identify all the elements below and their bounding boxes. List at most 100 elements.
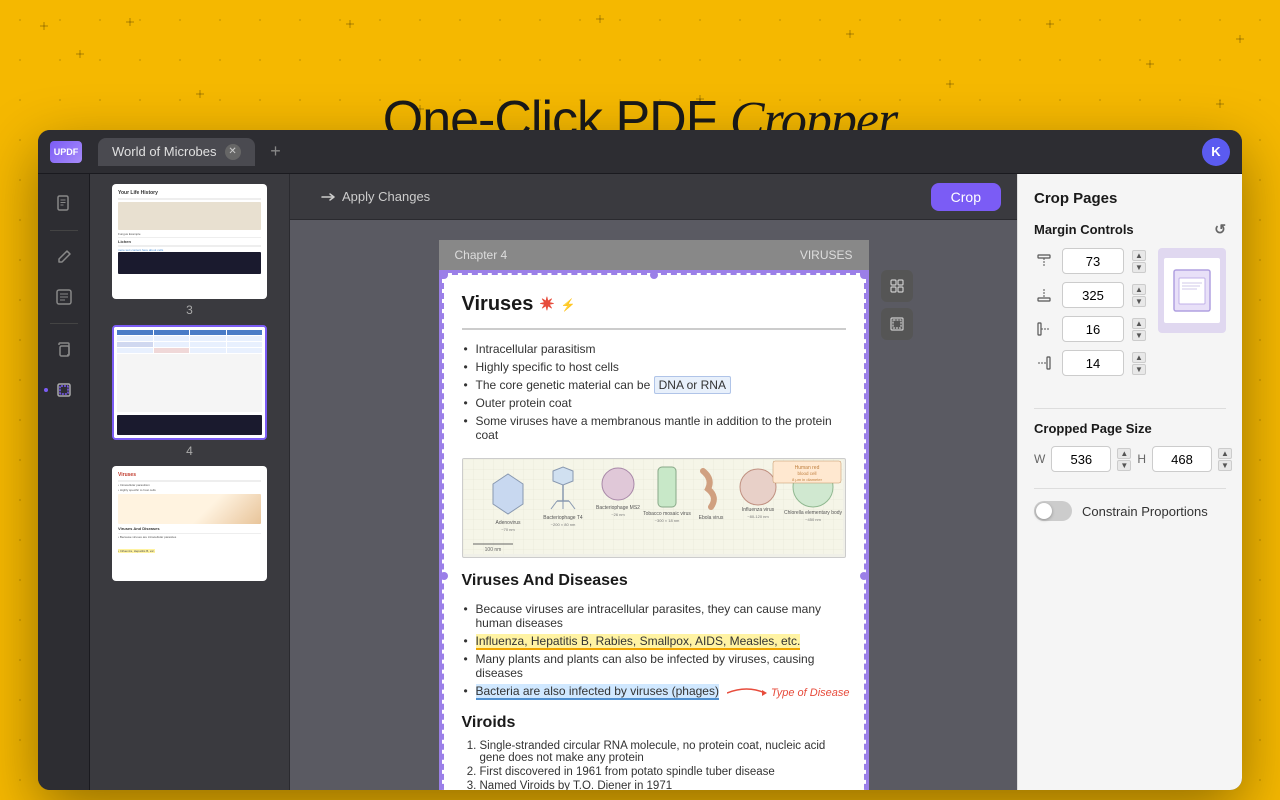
margin-left-down[interactable]: ▼ [1132,330,1146,341]
svg-text:blood cell: blood cell [797,471,816,476]
margin-top-spinner: ▲ ▼ [1132,250,1146,273]
crop-handle-rc[interactable] [860,572,868,580]
margin-left-row: ▲ ▼ [1034,316,1146,342]
sidebar-icon-note[interactable] [46,279,82,315]
svg-text:~26 nm: ~26 nm [611,512,625,517]
constrain-label: Constrain Proportions [1082,504,1208,519]
new-tab-button[interactable]: + [263,139,289,165]
document-tab[interactable]: World of Microbes ✕ [98,138,255,166]
bullet-item-4: Outer protein coat [462,394,846,412]
margin-right-spinner: ▲ ▼ [1132,352,1146,375]
viroids-list: Single-stranded circular RNA molecule, n… [462,740,846,791]
svg-text:~450 nm: ~450 nm [805,517,821,522]
pdf-page: Chapter 4 VIRUSES [439,240,869,790]
svg-text:100 nm: 100 nm [484,547,501,553]
sidebar-icon-copy[interactable] [46,332,82,368]
tab-close-button[interactable]: ✕ [225,144,241,160]
svg-text:Tobacco mosaic virus: Tobacco mosaic virus [643,511,691,517]
margin-top-row: ▲ ▼ [1034,248,1146,274]
apply-icon [320,189,336,205]
margin-bottom-down[interactable]: ▼ [1132,296,1146,307]
svg-text:Chlorella elementary body: Chlorella elementary body [783,510,842,516]
sidebar-icon-crop[interactable] [46,372,82,408]
sidebar-icon-pen[interactable] [46,239,82,275]
panel-divider [1034,408,1226,409]
chapter-right: VIRUSES [800,248,853,262]
viruses-title: Viruses ✷ ⚡ [462,293,846,316]
margin-bottom-row: ▲ ▼ [1034,282,1146,308]
crop-handle-lc[interactable] [440,572,448,580]
svg-text:8 μm in diameter: 8 μm in diameter [792,477,823,482]
margin-left-spinner: ▲ ▼ [1132,318,1146,341]
crop-center-icon[interactable] [881,270,913,302]
highlight-dna-rna: DNA or RNA [654,376,731,394]
svg-text:~300 × 18 nm: ~300 × 18 nm [654,518,679,523]
margin-left-input[interactable] [1062,316,1124,342]
margin-top-input[interactable] [1062,248,1124,274]
bullet-item-5: Some viruses have a membranous mantle in… [462,412,846,444]
right-panel: Crop Pages Margin Controls ↺ ▲ [1017,174,1242,790]
viruses-diseases-title: Viruses And Diseases [462,572,846,590]
height-up[interactable]: ▲ [1218,448,1232,459]
constrain-toggle[interactable] [1034,501,1072,521]
height-spinner: ▲ ▼ [1218,448,1232,471]
apply-changes-button[interactable]: Apply Changes [306,183,444,211]
toolbar: Apply Changes Crop [290,174,1017,220]
margin-bottom-icon [1034,285,1054,305]
virus-diagram: Adenovirus ~70 nm Bacteriophag [462,458,846,558]
thumbnail-5-image: Viruses • Intracellular parasitism • Hig… [112,466,267,581]
sidebar-icon-document[interactable] [46,186,82,222]
disease-bullet-2: Influenza, Hepatitis B, Rabies, Smallpox… [462,632,846,650]
apply-changes-label: Apply Changes [342,189,430,204]
crop-handle-tl[interactable] [440,271,448,279]
disease-bullet-1: Because viruses are intracellular parasi… [462,600,846,632]
margin-right-down[interactable]: ▼ [1132,364,1146,375]
crop-button[interactable]: Crop [931,183,1001,211]
width-label: W [1034,452,1045,466]
margin-top-up[interactable]: ▲ [1132,250,1146,261]
annotation: Type of Disease [727,683,850,703]
margin-top-down[interactable]: ▼ [1132,262,1146,273]
pdf-page-content: Viruses ✷ ⚡ Intracellular parasitism Hig… [439,270,869,790]
width-up[interactable]: ▲ [1117,448,1131,459]
svg-text:Ebola virus: Ebola virus [698,515,723,521]
height-input[interactable] [1152,446,1212,472]
thumbnail-3[interactable]: Your Life History Fungus Example Lichen … [100,184,279,317]
viruses-divider [462,328,846,330]
tab-label: World of Microbes [112,144,217,159]
thumbnail-5[interactable]: Viruses • Intracellular parasitism • Hig… [100,466,279,585]
margin-right-row: ▲ ▼ [1034,350,1146,376]
width-down[interactable]: ▼ [1117,460,1131,471]
highlight-bacteria: Bacteria are also infected by viruses (p… [476,684,719,700]
pdf-area[interactable]: Chapter 4 VIRUSES [290,220,1017,790]
panel-title: Crop Pages [1034,190,1226,207]
margin-bottom-spinner: ▲ ▼ [1132,284,1146,307]
main-content: Apply Changes Crop [290,174,1017,790]
margin-right-input[interactable] [1062,350,1124,376]
margin-bottom-input[interactable] [1062,282,1124,308]
crop-box-icon[interactable] [881,308,913,340]
reset-button[interactable]: ↺ [1214,221,1226,238]
title-bar: UPDF World of Microbes ✕ + K [38,130,1242,174]
height-down[interactable]: ▼ [1218,460,1232,471]
width-input[interactable] [1051,446,1111,472]
crop-handle-tc[interactable] [650,271,658,279]
svg-text:Bacteriophage MS2: Bacteriophage MS2 [596,505,640,511]
thumbnail-3-image: Your Life History Fungus Example Lichen … [112,184,267,299]
cropped-size-row: W ▲ ▼ H ▲ ▼ [1034,446,1226,472]
margin-left-up[interactable]: ▲ [1132,318,1146,329]
thumbnail-4[interactable]: 4 [100,325,279,458]
svg-text:~200 × 80 nm: ~200 × 80 nm [550,522,575,527]
thumbnail-3-number: 3 [186,303,193,317]
margin-right-icon [1034,353,1054,373]
crop-handle-tr[interactable] [860,271,868,279]
margin-bottom-up[interactable]: ▲ [1132,284,1146,295]
pdf-page-header: Chapter 4 VIRUSES [439,240,869,270]
viroid-item-3: Named Viroids by T.O. Diener in 1971 [480,780,846,791]
cropped-size-section: Cropped Page Size W ▲ ▼ H ▲ ▼ [1034,421,1226,472]
height-label: H [1137,452,1146,466]
pdf-page-wrapper: Chapter 4 VIRUSES [439,240,869,770]
updf-logo: UPDF [50,141,82,163]
svg-text:~70 nm: ~70 nm [501,527,515,532]
margin-right-up[interactable]: ▲ [1132,352,1146,363]
